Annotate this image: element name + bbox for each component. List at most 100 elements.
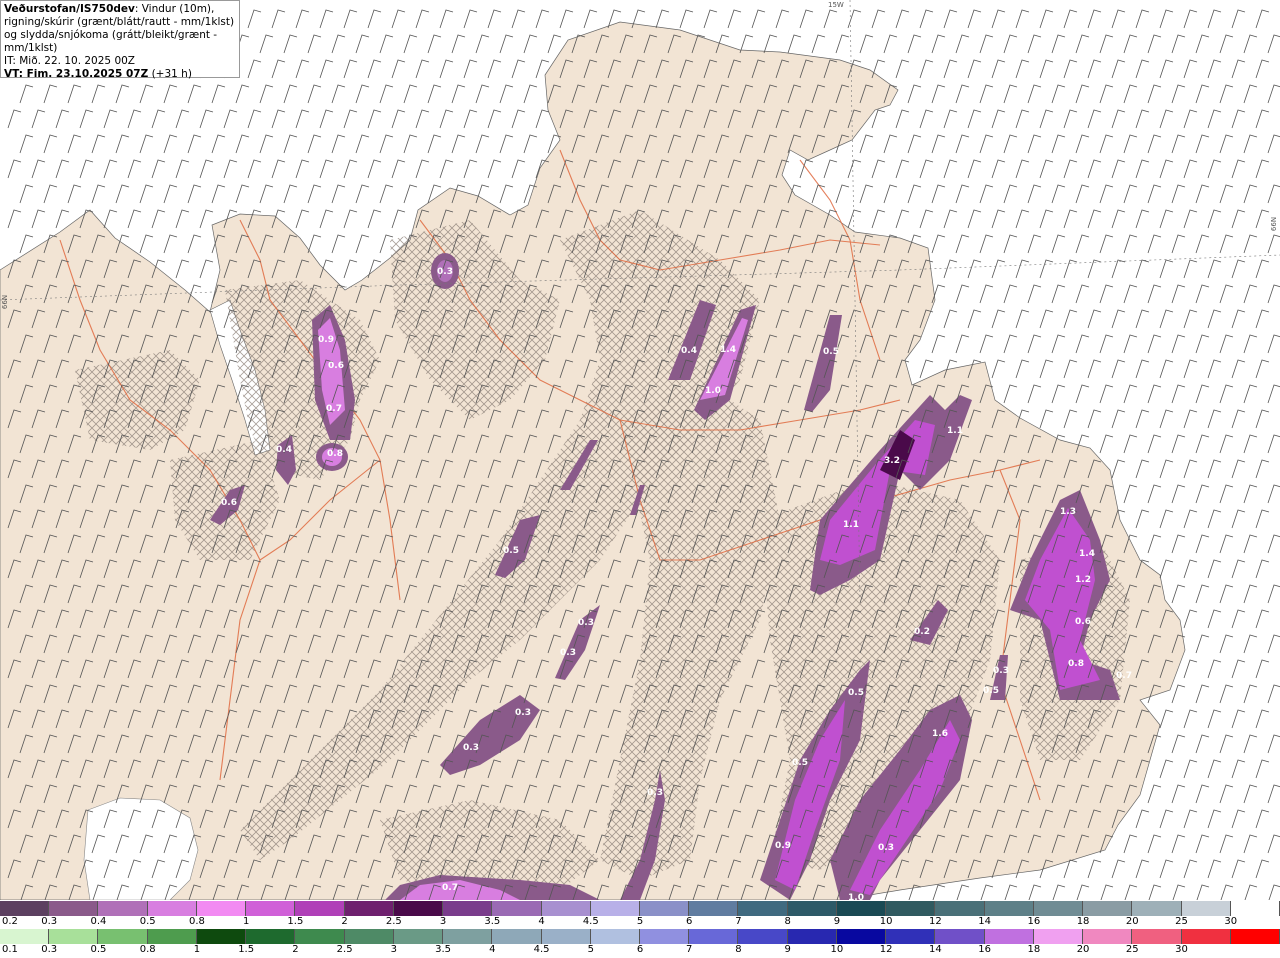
legend-swatch	[0, 901, 50, 916]
legend-swatch	[1083, 901, 1133, 916]
legend-swatch	[787, 901, 837, 916]
lon-label: 15W	[828, 1, 844, 9]
precip-value: 0.3	[878, 843, 894, 853]
legend-label: 0.4	[90, 916, 107, 927]
legend-swatch	[984, 901, 1034, 916]
legend-label: 0.1	[2, 944, 18, 955]
info-vt-offset: (+31 h)	[148, 68, 192, 80]
legend-label: 3	[390, 944, 398, 955]
legend-label: 25	[1175, 916, 1188, 927]
precip-value: 0.4	[681, 346, 697, 356]
precip-value: 0.6	[328, 361, 344, 371]
legend-label: 0.2	[2, 916, 18, 927]
precip-value: 0.7	[442, 883, 458, 893]
legend-swatch	[393, 929, 444, 944]
legend-swatch	[1033, 901, 1084, 916]
precip-value: 0.5	[792, 758, 808, 768]
legend-label: 16	[1027, 916, 1041, 927]
precip-value: 0.9	[775, 841, 791, 851]
legend-swatch	[295, 901, 345, 916]
legend-rain-labels: 0.1 0.3 0.5 0.8 1 1.5 2 2.5 3 3.5 4 4.5 5 6 7 8 9 10 12 14 1…	[0, 944, 1280, 957]
legend-label: 1	[193, 944, 201, 955]
info-box: Veðurstofan/IS750dev: Vindur (10m), rign…	[0, 0, 240, 80]
legend-swatch	[196, 901, 247, 916]
precip-value: 0.3	[515, 708, 531, 718]
precip-value: 1.4	[720, 345, 736, 355]
legend-label: 9	[784, 944, 791, 955]
legend-label: 16	[978, 944, 991, 955]
precip-value: 0.7	[1116, 671, 1132, 681]
legend-label: 0.8	[139, 944, 156, 955]
legend-label: 4.5	[582, 916, 599, 927]
weather-map: 0.3 0.9 0.6 0.7 0.4 0.8 0.6 0.4 1.4 1.0 0.5 3.2 1.1 1…	[0, 0, 1280, 900]
legend-swatch	[492, 901, 542, 916]
legend-swatch	[590, 901, 640, 916]
legend-swatch	[541, 901, 591, 916]
legend-label: 30	[1175, 944, 1188, 955]
legend-swatch	[689, 901, 739, 916]
legend-swatch	[836, 929, 887, 944]
precip-value: 0.6	[1075, 617, 1091, 627]
legend-swatch	[738, 929, 788, 944]
precip-value: 0.8	[327, 449, 343, 459]
legend-label: 4	[489, 944, 496, 955]
precip-value: 0.3	[463, 743, 479, 753]
legend-label: 30	[1224, 916, 1238, 927]
legend-label: 20	[1076, 944, 1090, 955]
legend-swatch	[1033, 929, 1084, 944]
precip-value: 1.4	[1079, 549, 1095, 559]
precip-value: 0.9	[318, 335, 334, 345]
legend-swatch	[1230, 929, 1280, 944]
legend-swatch	[935, 901, 985, 916]
legend-swatch	[246, 901, 296, 916]
legend-swatch	[98, 901, 148, 916]
legend-swatch	[1083, 929, 1133, 944]
precip-value: 0.3	[993, 666, 1009, 676]
precip-value: 1.6	[932, 729, 948, 739]
legend-swatch	[98, 929, 148, 944]
legend-label: 20	[1125, 916, 1139, 927]
legend-swatch	[590, 929, 640, 944]
legend-label: 9	[833, 916, 841, 927]
legend-swatch	[984, 929, 1034, 944]
legend-label: 8	[735, 944, 742, 955]
legend-label: 3.5	[484, 916, 501, 927]
legend-label: 2.5	[385, 916, 402, 927]
legend-label: 0.8	[188, 916, 205, 927]
legend-swatch	[344, 929, 394, 944]
legend-swatch	[836, 901, 887, 916]
legend-label: 10	[830, 944, 844, 955]
legend-label: 4.5	[533, 944, 550, 955]
precip-value: 3.2	[884, 456, 900, 466]
legend-swatch	[886, 929, 936, 944]
legend-swatch	[1132, 929, 1182, 944]
legend-label: 6	[686, 916, 693, 927]
legend-label: 14	[929, 944, 942, 955]
legend-swatch	[541, 929, 591, 944]
legend-swatch	[640, 901, 690, 916]
legend-swatch	[443, 901, 493, 916]
legend-label: 3	[439, 916, 447, 927]
legend-swatch	[0, 929, 50, 944]
legend-label: 25	[1125, 944, 1139, 955]
precip-value: 0.4	[276, 445, 292, 455]
legend-label: 7	[686, 944, 693, 955]
info-title: Veðurstofan/IS750dev	[4, 3, 135, 15]
legend-label: 12	[879, 944, 893, 955]
legend-label: 18	[1076, 916, 1090, 927]
legend-swatch	[344, 901, 394, 916]
legend-label: 5	[636, 916, 644, 927]
precip-value: 0.3	[578, 618, 594, 628]
precip-value: 1.3	[1060, 507, 1076, 517]
precip-value: 0.5	[983, 686, 999, 696]
legend-label: 18	[1027, 944, 1041, 955]
precip-value: 0.5	[503, 546, 519, 556]
precip-value: 1.1	[843, 520, 859, 530]
precip-value: 0.8	[1068, 659, 1084, 669]
legend-swatch	[492, 929, 542, 944]
legend-swatch	[393, 901, 444, 916]
legend-label: 1.5	[238, 944, 255, 955]
lat-label-right: 66N	[1270, 216, 1279, 232]
legend-label: 8	[784, 916, 791, 927]
legend-label: 4	[538, 916, 545, 927]
